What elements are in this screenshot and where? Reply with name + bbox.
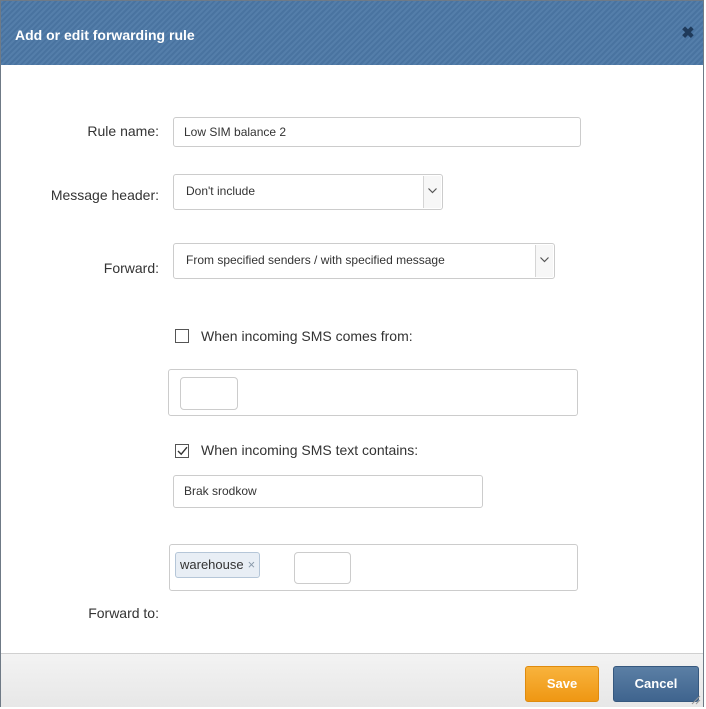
- forwarding-rule-dialog: Add or edit forwarding rule ✖ Rule name:…: [0, 0, 704, 707]
- resize-grip-icon[interactable]: [691, 695, 701, 705]
- cancel-button[interactable]: Cancel: [613, 666, 699, 702]
- from-checkbox[interactable]: [175, 329, 189, 343]
- remove-tag-icon[interactable]: ×: [248, 557, 256, 572]
- forward-label: Forward:: [103, 260, 159, 276]
- text-contains-input[interactable]: Brak srodkow: [173, 475, 483, 508]
- message-header-label: Message header:: [50, 187, 159, 203]
- dialog-title: Add or edit forwarding rule: [15, 27, 195, 43]
- rule-name-label: Rule name:: [87, 123, 159, 139]
- save-button[interactable]: Save: [525, 666, 599, 702]
- sender-tag-input[interactable]: [168, 369, 578, 416]
- forward-value: From specified senders / with specified …: [186, 253, 445, 267]
- from-checkbox-label: When incoming SMS comes from:: [201, 328, 413, 344]
- text-contains-checkbox[interactable]: [175, 444, 189, 458]
- dialog-footer: Save Cancel: [1, 653, 703, 707]
- forward-to-entry-field[interactable]: [294, 552, 351, 584]
- tag-chip: warehouse ×: [175, 552, 261, 578]
- forward-to-label: Forward to:: [88, 605, 159, 621]
- text-contains-checkbox-label: When incoming SMS text contains:: [201, 442, 419, 458]
- rule-name-input[interactable]: Low SIM balance 2: [173, 117, 581, 147]
- close-icon[interactable]: ✖: [681, 26, 695, 42]
- message-header-select[interactable]: Don't include: [173, 174, 443, 210]
- chevron-down-icon[interactable]: [423, 176, 441, 208]
- forward-select[interactable]: From specified senders / with specified …: [173, 243, 555, 279]
- dialog-titlebar: Add or edit forwarding rule ✖: [1, 1, 703, 65]
- forward-to-tag-input[interactable]: warehouse ×: [169, 544, 578, 591]
- sender-entry-field[interactable]: [180, 377, 238, 410]
- message-header-value: Don't include: [186, 184, 255, 198]
- chevron-down-icon[interactable]: [535, 245, 553, 277]
- tag-label: warehouse: [180, 557, 244, 572]
